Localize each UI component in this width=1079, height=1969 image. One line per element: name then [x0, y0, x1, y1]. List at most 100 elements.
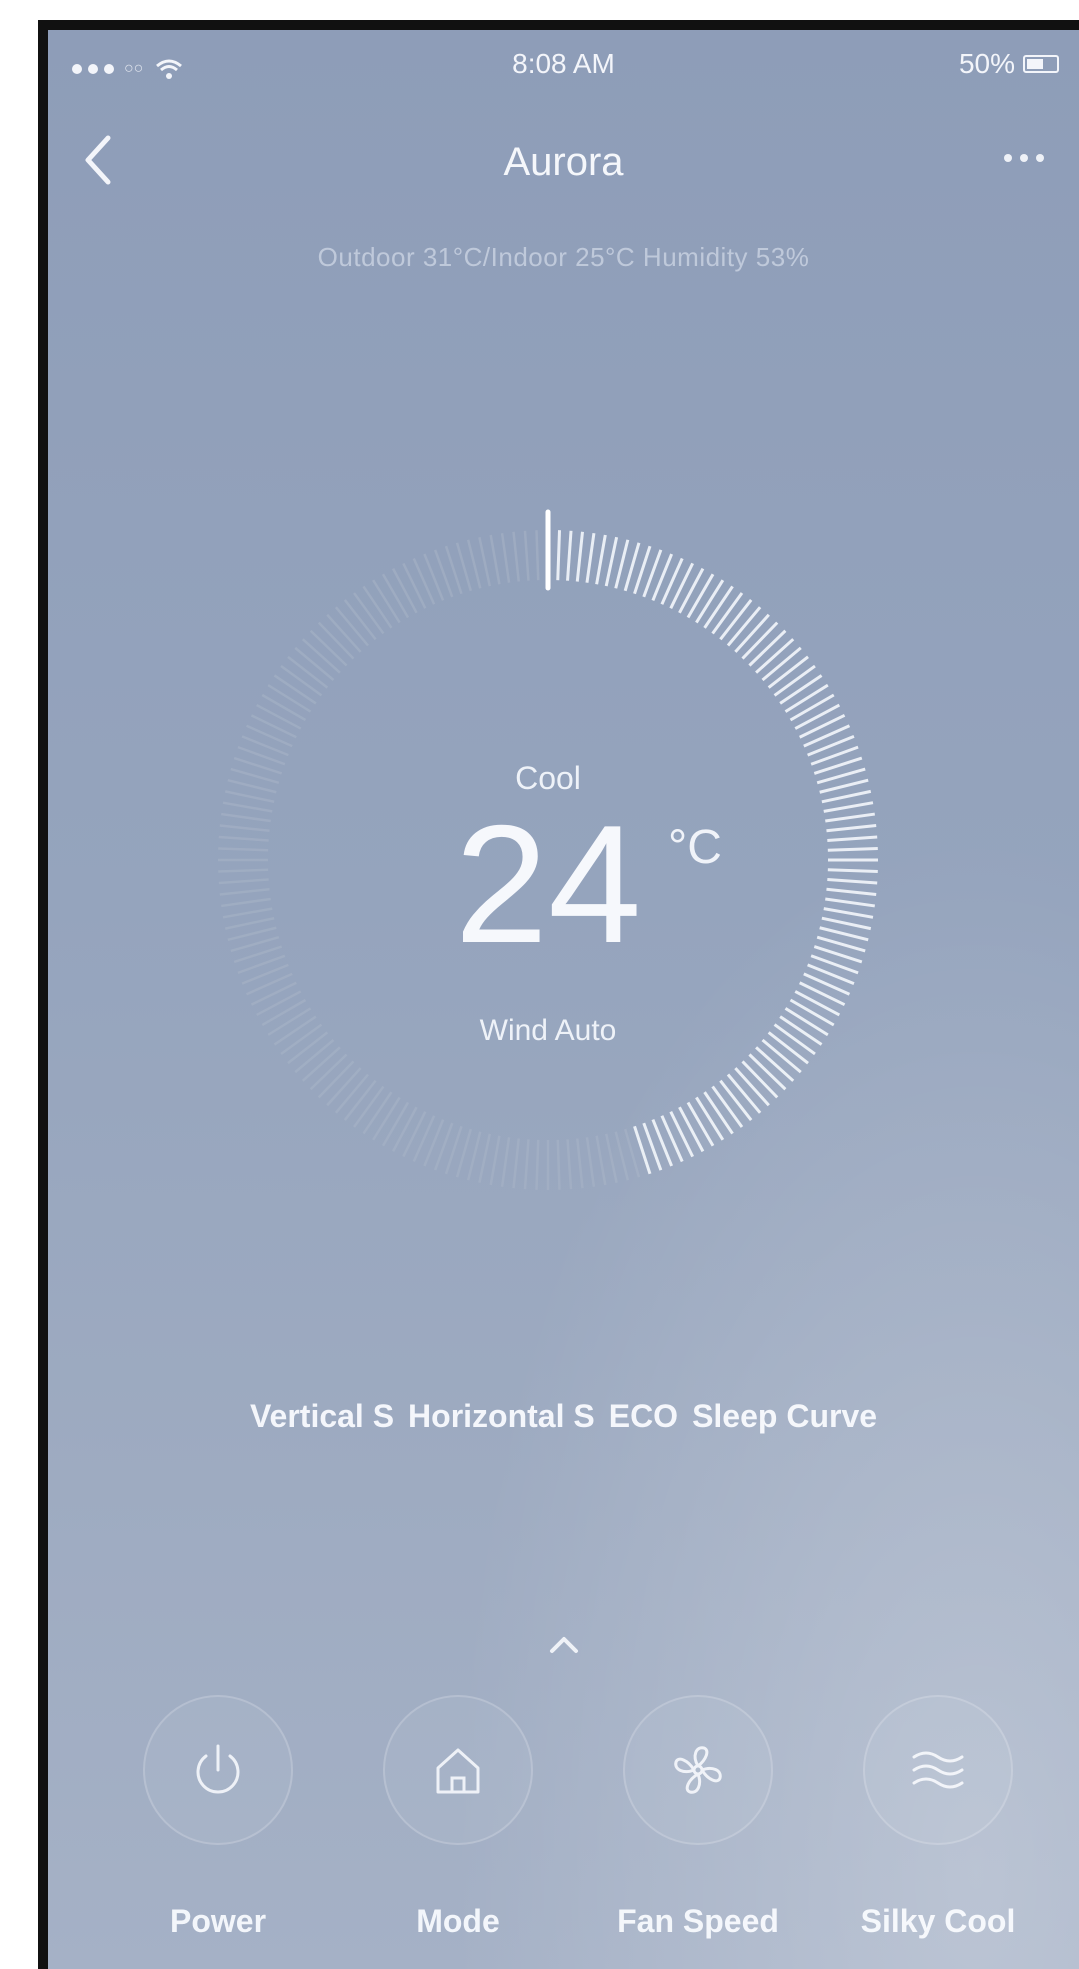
battery-percent: 50% — [958, 48, 1015, 79]
dial-tick — [604, 1133, 618, 1184]
dial-tick-active — [703, 585, 734, 629]
function-sleep-curve[interactable]: Sleep Curve — [692, 1398, 877, 1435]
function-horizontal-swing[interactable]: Horizontal S — [408, 1398, 595, 1435]
power-button[interactable]: Power — [108, 1695, 328, 1955]
dial-tick-active — [585, 533, 596, 583]
battery-icon — [1023, 55, 1059, 73]
dial-tick-active — [794, 703, 841, 730]
app-screen: ○○ 8:08 AM 50% Aurora Outdoor 31°C/Indoo… — [38, 20, 1079, 1969]
dial-tick — [353, 592, 385, 635]
dial-tick-active — [566, 530, 573, 581]
function-vertical-swing[interactable]: Vertical S — [250, 1398, 394, 1435]
dial-tick — [523, 1139, 530, 1190]
dial-tick — [256, 990, 302, 1017]
dial-tick — [585, 1137, 596, 1187]
expand-button[interactable] — [548, 1635, 580, 1655]
dial-tick — [372, 1096, 401, 1141]
dial-tick — [287, 655, 329, 689]
function-options: Vertical S Horizontal S ECO Sleep Curve — [48, 1398, 1079, 1435]
dial-tick-active — [719, 599, 753, 641]
status-time: 8:08 AM — [512, 48, 615, 79]
dial-tick — [500, 533, 511, 583]
ambient-conditions: Outdoor 31°C/Indoor 25°C Humidity 53% — [317, 242, 810, 272]
dial-tick — [301, 638, 341, 674]
dial-tick-active — [803, 972, 851, 996]
dial-tick — [402, 562, 427, 609]
dial-tick-active — [779, 674, 823, 705]
dial-tick-active — [741, 1060, 779, 1099]
dial-tick — [391, 568, 418, 614]
temperature-value: 24 — [454, 790, 642, 978]
dial-tick — [334, 1073, 369, 1114]
dial-tick-active — [773, 664, 816, 697]
dial-tick-active — [703, 1091, 734, 1135]
dial-tick-active — [678, 567, 705, 614]
dial-tick — [301, 1046, 341, 1082]
dial-tick-active — [755, 1046, 795, 1082]
dial-tick — [317, 621, 355, 660]
dial-tick — [250, 981, 297, 1006]
dial-tick — [576, 1138, 584, 1189]
dial-tick-active — [686, 1101, 715, 1147]
dial-tick — [412, 558, 436, 605]
more-options-button[interactable] — [989, 138, 1059, 178]
page-title: Aurora — [503, 140, 624, 184]
dial-tick — [362, 1091, 393, 1135]
dial-tick — [500, 1137, 511, 1187]
fan-speed-button[interactable]: Fan Speed — [588, 1695, 808, 1955]
dial-tick — [343, 1079, 377, 1121]
dial-tick — [362, 585, 393, 629]
dial-tick-active — [711, 592, 744, 635]
dial-tick-active — [575, 531, 584, 582]
dial-tick-active — [678, 1106, 705, 1153]
dial-tick-active — [695, 1096, 725, 1141]
power-icon — [196, 1744, 240, 1794]
dial-tick — [372, 579, 401, 624]
dial-tick-active — [761, 646, 802, 682]
dial-tick — [246, 724, 293, 748]
dial-tick — [466, 539, 482, 589]
dial-tick-active — [767, 655, 809, 689]
dial-tick — [595, 1135, 607, 1186]
mode-button[interactable]: Mode — [348, 1695, 568, 1955]
dial-tick — [614, 1131, 630, 1181]
temperature-unit: °C — [668, 821, 722, 874]
dial-tick-active — [789, 693, 835, 722]
dial-tick-active — [726, 1073, 762, 1114]
dial-tick — [512, 1138, 520, 1189]
dial-tick-active — [748, 1053, 787, 1091]
function-eco[interactable]: ECO — [609, 1398, 678, 1435]
dial-tick — [556, 1139, 561, 1190]
dial-tick-active — [686, 573, 715, 619]
battery-indicator: 50% — [959, 48, 1059, 80]
dial-tick — [273, 674, 317, 705]
dial-tick — [267, 684, 312, 713]
dial-tick-active — [734, 1067, 770, 1107]
dial-tick-active — [614, 539, 630, 589]
dial-tick — [489, 1135, 501, 1186]
temperature-dial[interactable]: Cool 24 °C Wind Auto — [198, 430, 898, 1250]
wave-icon — [912, 1751, 964, 1789]
dial-tick — [261, 693, 307, 722]
dial-tick — [326, 613, 362, 653]
navigation-bar: Aurora — [48, 120, 1079, 200]
dial-tick-active — [799, 713, 846, 739]
dial-tick-active — [741, 621, 779, 660]
dial-tick — [256, 703, 302, 730]
dial-tick — [535, 1139, 540, 1190]
status-bar: ○○ 8:08 AM 50% — [48, 30, 1079, 94]
fan-icon — [674, 1746, 722, 1794]
dial-tick-active — [604, 536, 619, 587]
fan-speed-label: Fan Speed — [617, 1903, 779, 1939]
silky-cool-button[interactable]: Silky Cool — [828, 1695, 1048, 1955]
dial-tick — [523, 530, 530, 581]
dial-tick-active — [660, 557, 684, 605]
dial-tick — [381, 573, 410, 619]
dial-tick — [280, 665, 323, 697]
dial-tick-active — [799, 981, 846, 1007]
more-dots-icon — [1004, 154, 1012, 162]
dial-tick — [478, 536, 492, 587]
dial-tick — [402, 1111, 427, 1158]
dial-tick — [326, 1067, 362, 1107]
bottom-controls: Power Mode Fan Speed Silky Cool — [48, 1695, 1079, 1955]
